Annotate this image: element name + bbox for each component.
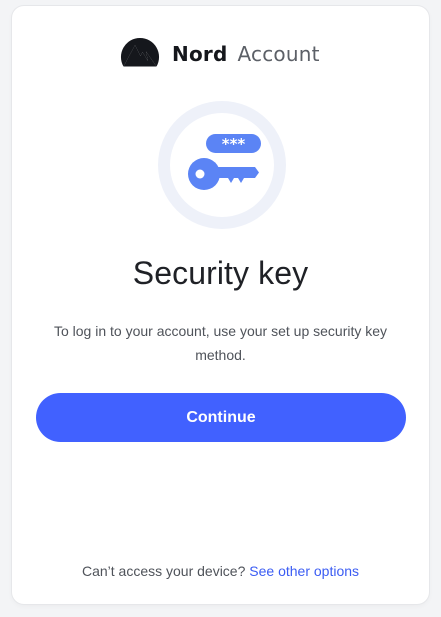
instructions-text: To log in to your account, use your set … <box>53 323 388 363</box>
footer-help: Can’t access your device? See other opti… <box>12 563 429 579</box>
brand-logo: Nord Account <box>120 36 320 72</box>
brand-product: Account <box>237 42 320 66</box>
continue-button[interactable]: Continue <box>36 393 406 442</box>
see-other-options-link[interactable]: See other options <box>249 563 359 579</box>
key-badge-text: *** <box>222 135 246 153</box>
security-key-icon: *** <box>158 101 286 229</box>
footer-question: Can’t access your device? <box>81 563 246 579</box>
nord-mountain-logo-icon <box>120 37 160 67</box>
page-title: Security key <box>132 255 309 291</box>
login-card: Nord Account *** Security key To log in … <box>12 6 429 604</box>
brand-name: Nord <box>172 42 228 66</box>
